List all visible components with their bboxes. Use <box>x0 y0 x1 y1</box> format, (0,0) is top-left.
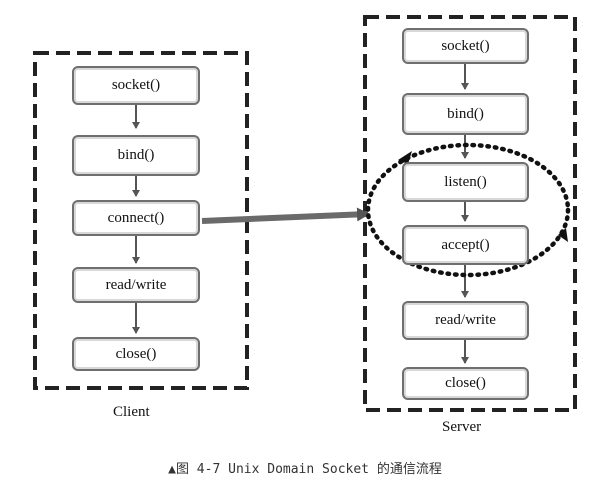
client-socket-box: socket() <box>72 66 200 105</box>
client-connect-box: connect() <box>72 200 200 236</box>
server-bind-box: bind() <box>402 93 529 135</box>
server-read-write-box: read/write <box>402 301 529 340</box>
client-bind-box: bind() <box>72 135 200 176</box>
client-close-box: close() <box>72 337 200 371</box>
server-close-box: close() <box>402 367 529 400</box>
socket-flow-diagram: socket() bind() connect() read/write clo… <box>0 0 610 440</box>
client-label: Client <box>113 404 150 420</box>
server-socket-box: socket() <box>402 28 529 64</box>
figure-caption: ▲图 4-7 Unix Domain Socket 的通信流程 <box>168 462 442 477</box>
connect-arrow <box>201 207 370 224</box>
client-read-write-box: read/write <box>72 267 200 303</box>
server-listen-box: listen() <box>402 162 529 202</box>
server-label: Server <box>442 419 482 435</box>
server-group-border <box>363 15 577 412</box>
server-accept-box: accept() <box>402 225 529 265</box>
